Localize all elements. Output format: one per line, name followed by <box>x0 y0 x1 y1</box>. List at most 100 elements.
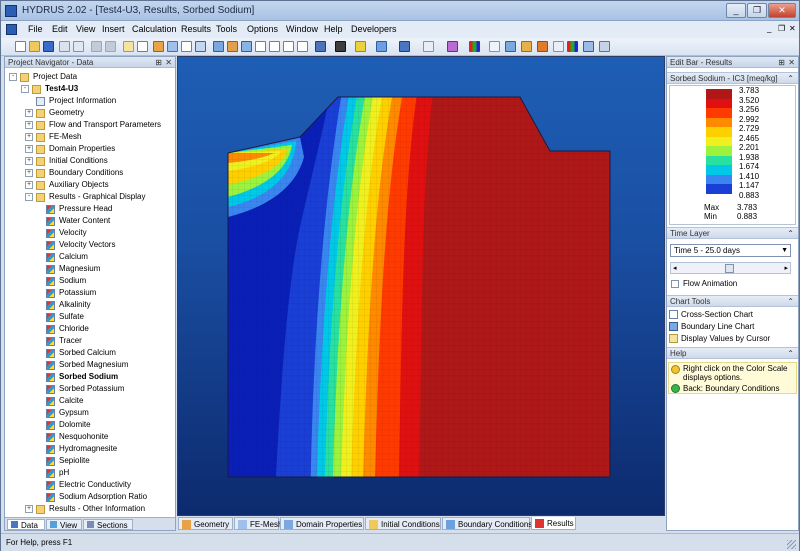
tab-view[interactable]: View <box>46 519 82 530</box>
tree-item[interactable]: - Test4-U3 <box>5 83 175 95</box>
sorbed-sodium-contour-plot[interactable] <box>178 57 665 516</box>
back-boundary-conditions-link[interactable]: Back: Boundary Conditions <box>683 384 780 393</box>
tree-item[interactable]: - Project Data <box>5 71 175 83</box>
zoom-out-icon[interactable] <box>227 41 238 52</box>
menu-results[interactable]: Results <box>181 24 211 34</box>
palette-icon[interactable] <box>447 41 458 52</box>
tree-item[interactable]: Project Information <box>5 95 175 107</box>
save-icon[interactable] <box>43 41 54 52</box>
menu-edit[interactable]: Edit <box>52 24 68 34</box>
expand-icon[interactable]: + <box>25 145 33 153</box>
menu-options[interactable]: Options <box>247 24 278 34</box>
tree-item[interactable]: Sepiolite <box>5 455 175 467</box>
menu-view[interactable]: View <box>76 24 95 34</box>
edit-bar-pin-icon[interactable]: ⊞ <box>778 57 785 68</box>
collapse-chart-tools-icon[interactable]: ⌃ <box>787 296 794 308</box>
collapse-icon[interactable]: - <box>21 85 29 93</box>
tree-item[interactable]: Nesquohonite <box>5 431 175 443</box>
boundary-line-chart-link[interactable]: Boundary Line Chart <box>669 321 754 332</box>
tree-item[interactable]: Chloride <box>5 323 175 335</box>
tree-item[interactable]: Hydromagnesite <box>5 443 175 455</box>
display-values-by-cursor-link[interactable]: Display Values by Cursor <box>669 333 770 344</box>
tree-item[interactable]: Tracer <box>5 335 175 347</box>
collapse-scale-icon[interactable]: ⌃ <box>787 73 794 85</box>
document-icon[interactable] <box>6 24 17 35</box>
tree-item[interactable]: Sorbed Magnesium <box>5 359 175 371</box>
menu-window[interactable]: Window <box>286 24 318 34</box>
tab-domain-properties[interactable]: Domain Properties <box>280 517 364 530</box>
color-scale-header[interactable]: Sorbed Sodium - IC3 [meq/kg] ⌃ <box>667 72 798 84</box>
print-icon[interactable] <box>59 41 70 52</box>
tree-item[interactable]: + Domain Properties <box>5 143 175 155</box>
pointer-tool-icon[interactable] <box>123 41 134 52</box>
text-tool-icon[interactable] <box>137 41 148 52</box>
tree-item[interactable]: + Initial Conditions <box>5 155 175 167</box>
collapse-icon[interactable]: - <box>25 193 33 201</box>
tree-item[interactable]: Sorbed Sodium <box>5 371 175 383</box>
tree-item[interactable]: + Auxiliary Objects <box>5 179 175 191</box>
tree-item[interactable]: Calcium <box>5 251 175 263</box>
open-folder-icon[interactable] <box>29 41 40 52</box>
tree-item[interactable]: Dolomite <box>5 419 175 431</box>
collapse-time-icon[interactable]: ⌃ <box>787 228 794 240</box>
tree-item[interactable]: Magnesium <box>5 263 175 275</box>
contour-lines-icon[interactable] <box>376 41 387 52</box>
tree-item[interactable]: Velocity <box>5 227 175 239</box>
color-scale[interactable]: 3.783 3.520 3.256 2.992 2.729 2.465 2.201 1.938… <box>669 85 796 225</box>
help-header[interactable]: Help ⌃ <box>667 347 798 359</box>
tab-fe-mesh[interactable]: FE-Mesh <box>234 517 282 530</box>
navigator-pin-icon[interactable]: ⊞ <box>155 57 162 68</box>
color-swatch[interactable] <box>706 89 732 99</box>
table-results-icon[interactable] <box>553 41 564 52</box>
animation-icon[interactable] <box>521 41 532 52</box>
results-view[interactable] <box>177 56 665 516</box>
tree-item[interactable]: Sorbed Calcium <box>5 347 175 359</box>
chart-tools-header[interactable]: Chart Tools ⌃ <box>667 295 798 307</box>
cross-section-chart-link[interactable]: Cross-Section Chart <box>669 309 753 320</box>
color-swatch[interactable] <box>706 146 732 156</box>
view-3d-icon[interactable] <box>315 41 326 52</box>
color-legend-icon[interactable] <box>567 41 578 52</box>
close-button[interactable]: ✕ <box>768 3 796 18</box>
redo-icon[interactable] <box>105 41 116 52</box>
zoom-window-icon[interactable] <box>241 41 252 52</box>
tab-boundary-conditions[interactable]: Boundary Conditions <box>442 517 532 530</box>
tab-geometry[interactable]: Geometry <box>178 517 233 530</box>
color-swatch[interactable] <box>706 117 732 128</box>
slider-right-arrow-icon[interactable]: ▸ <box>784 264 788 272</box>
menu-calculation[interactable]: Calculation <box>132 24 177 34</box>
expand-icon[interactable]: + <box>25 169 33 177</box>
grid-snap-icon[interactable] <box>195 41 206 52</box>
tab-initial-conditions[interactable]: Initial Conditions <box>365 517 441 530</box>
grid-table-icon[interactable] <box>181 41 192 52</box>
results-icon[interactable] <box>537 41 548 52</box>
restore-button[interactable]: ❐ <box>747 3 767 18</box>
color-swatch[interactable] <box>706 155 732 166</box>
color-swatch[interactable] <box>706 165 732 175</box>
menu-developers[interactable]: Developers <box>351 24 397 34</box>
tree-item[interactable]: Velocity Vectors <box>5 239 175 251</box>
tree-item[interactable]: + FE-Mesh <box>5 131 175 143</box>
tree-item[interactable]: Alkalinity <box>5 299 175 311</box>
mesh-view-icon[interactable] <box>583 41 594 52</box>
tree-item[interactable]: + Geometry <box>5 107 175 119</box>
grid-tool-icon[interactable] <box>167 41 178 52</box>
time-layer-select[interactable]: Time 5 - 25.0 days ▼ <box>670 244 791 257</box>
color-swatch[interactable] <box>706 108 732 118</box>
expand-icon[interactable]: + <box>25 181 33 189</box>
tree-item[interactable]: Potassium <box>5 287 175 299</box>
flow-animation-checkbox[interactable] <box>671 280 679 288</box>
tree-item[interactable]: pH <box>5 467 175 479</box>
title-bar[interactable]: HYDRUS 2.02 - [Test4-U3, Results, Sorbed… <box>1 1 799 21</box>
chart-boundary-icon[interactable] <box>505 41 516 52</box>
menu-tools[interactable]: Tools <box>216 24 237 34</box>
tab-sections[interactable]: Sections <box>83 519 133 530</box>
collapse-help-icon[interactable]: ⌃ <box>787 348 794 360</box>
fill-color-icon[interactable] <box>335 41 346 52</box>
print-preview-icon[interactable] <box>73 41 84 52</box>
tree-item[interactable]: - Results - Graphical Display <box>5 191 175 203</box>
expand-icon[interactable]: + <box>25 121 33 129</box>
expand-icon[interactable]: + <box>25 157 33 165</box>
mdi-restore-button[interactable]: ❐ <box>778 24 785 33</box>
time-layer-header[interactable]: Time Layer ⌃ <box>667 227 798 239</box>
